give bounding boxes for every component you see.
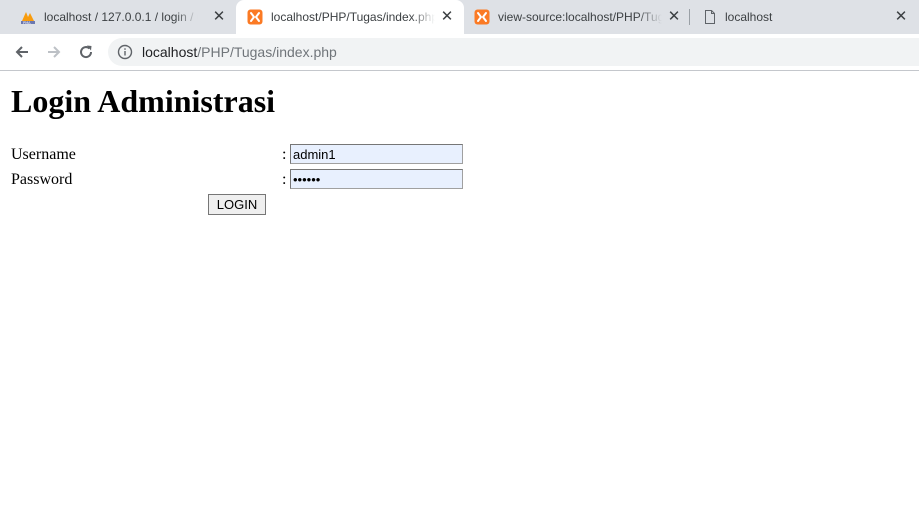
tab-title: view-source:localhost/PHP/Tug [498, 10, 662, 24]
password-label: Password [11, 171, 73, 188]
page-title: Login Administrasi [11, 83, 276, 119]
info-icon[interactable] [117, 44, 133, 60]
page-content: Login Administrasi Username : Password :… [0, 71, 919, 516]
reload-icon[interactable] [72, 38, 100, 66]
tab-title: localhost/PHP/Tugas/index.php [271, 10, 435, 24]
tab-title: localhost [725, 10, 773, 24]
xampp-icon [247, 9, 263, 25]
username-colon: : [282, 146, 287, 163]
close-icon[interactable]: ✕ [439, 9, 455, 25]
tab-view-source[interactable]: view-source:localhost/PHP/Tug ✕ [464, 0, 688, 34]
url-path: /PHP/Tugas/index.php [197, 44, 337, 60]
login-button[interactable]: LOGIN [208, 194, 266, 215]
tab-index-php[interactable]: localhost/PHP/Tugas/index.php ✕ [236, 0, 464, 34]
back-icon[interactable] [8, 38, 36, 66]
close-icon[interactable]: ✕ [893, 9, 909, 25]
tab-localhost[interactable]: localhost ✕ [690, 0, 919, 34]
svg-text:PMA: PMA [23, 21, 31, 25]
tab-strip: PMA localhost / 127.0.0.1 / login / u ✕ … [0, 0, 919, 34]
tab-phpmyadmin[interactable]: PMA localhost / 127.0.0.1 / login / u ✕ [8, 0, 234, 34]
address-bar[interactable]: localhost/PHP/Tugas/index.php [108, 38, 919, 66]
browser-toolbar: localhost/PHP/Tugas/index.php [0, 34, 919, 71]
xampp-icon [474, 9, 490, 25]
tab-title: localhost / 127.0.0.1 / login / u [44, 10, 198, 24]
close-icon[interactable]: ✕ [211, 9, 227, 25]
url-text[interactable]: localhost/PHP/Tugas/index.php [142, 44, 337, 60]
phpmyadmin-icon: PMA [20, 9, 36, 25]
username-input[interactable] [290, 144, 463, 164]
username-label: Username [11, 146, 76, 163]
forward-icon[interactable] [40, 38, 68, 66]
close-icon[interactable]: ✕ [666, 9, 682, 25]
document-icon [702, 9, 718, 25]
url-host: localhost [142, 44, 198, 60]
password-colon: : [282, 171, 287, 188]
password-input[interactable] [290, 169, 463, 189]
